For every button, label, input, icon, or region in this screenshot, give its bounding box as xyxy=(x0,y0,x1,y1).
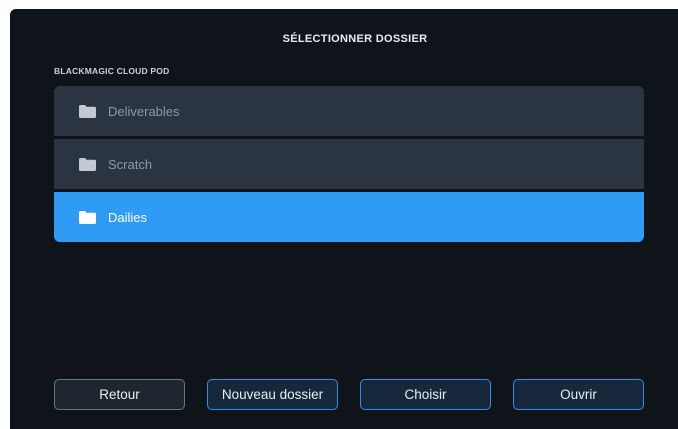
new-folder-button[interactable]: Nouveau dossier xyxy=(207,379,338,410)
folder-name: Scratch xyxy=(108,156,153,172)
folder-name: Dailies xyxy=(108,209,148,225)
folder-item-scratch[interactable]: Scratch xyxy=(54,139,644,189)
folder-name: Deliverables xyxy=(108,103,180,119)
button-bar: Retour Nouveau dossier Choisir Ouvrir xyxy=(54,379,644,411)
folder-item-deliverables[interactable]: Deliverables xyxy=(54,86,644,136)
folder-icon xyxy=(79,210,96,224)
select-folder-dialog: SÉLECTIONNER DOSSIER BLACKMAGIC CLOUD PO… xyxy=(10,9,678,429)
folder-list: Deliverables Scratch Dailies xyxy=(54,86,644,245)
location-label: BLACKMAGIC CLOUD POD xyxy=(54,66,170,76)
back-button[interactable]: Retour xyxy=(54,379,185,410)
choose-button[interactable]: Choisir xyxy=(360,379,491,410)
folder-item-dailies[interactable]: Dailies xyxy=(54,192,644,242)
screen: SÉLECTIONNER DOSSIER BLACKMAGIC CLOUD PO… xyxy=(0,0,678,429)
open-button[interactable]: Ouvrir xyxy=(513,379,644,410)
folder-icon xyxy=(79,104,96,118)
dialog-title: SÉLECTIONNER DOSSIER xyxy=(282,33,428,45)
folder-icon xyxy=(79,157,96,171)
